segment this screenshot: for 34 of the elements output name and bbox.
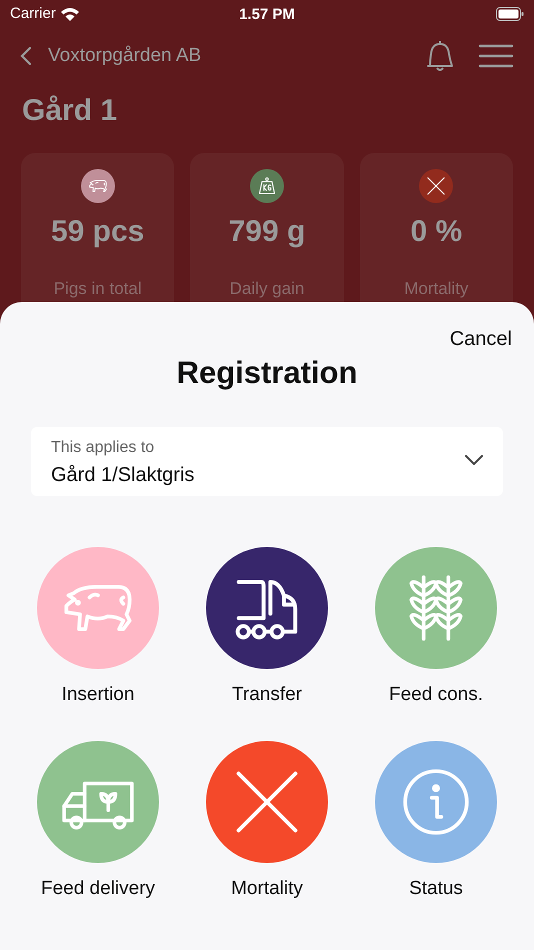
stat-value: 0 % (409, 214, 464, 250)
action-label: Feed cons. (389, 682, 483, 706)
battery-icon (496, 7, 524, 21)
stat-value: 59 pcs (50, 214, 146, 250)
action-label: Status (409, 877, 463, 901)
info-icon (402, 768, 470, 836)
clock-time: 1.57 PM (239, 5, 295, 25)
registration-action[interactable]: Mortality (206, 741, 328, 904)
wifi-icon (60, 7, 80, 21)
action-label: Mortality (231, 877, 303, 901)
registration-action[interactable]: Transfer (206, 546, 328, 709)
cancel-button[interactable]: Cancel (450, 324, 512, 354)
stat-value: 799 g (228, 214, 306, 250)
stat-label: Mortality (403, 278, 470, 300)
menu-icon[interactable] (478, 43, 514, 69)
action-label: Insertion (62, 682, 134, 706)
carrier-label: Carrier (10, 4, 56, 24)
page-title: Gård 1 (22, 93, 118, 129)
action-label: Transfer (232, 682, 302, 706)
back-button[interactable]: Voxtorpgården AB (20, 42, 202, 70)
chevron-down-icon (465, 454, 483, 464)
weight-icon (256, 176, 277, 196)
chevron-left-icon (20, 46, 32, 66)
registration-action[interactable]: Feed delivery (37, 741, 159, 904)
sheet-title: Registration (176, 354, 358, 392)
registration-action[interactable]: Status (375, 741, 497, 904)
bell-icon[interactable] (426, 40, 454, 72)
registration-action[interactable]: Feed cons. (375, 546, 497, 709)
applies-to-dropdown[interactable]: This applies to Gård 1/Slaktgris (31, 426, 503, 496)
cross-icon (426, 176, 446, 196)
registration-action[interactable]: Insertion (37, 546, 159, 709)
stat-label: Daily gain (228, 278, 306, 300)
action-label: Feed delivery (40, 877, 156, 901)
stat-label: Pigs in total (52, 278, 143, 300)
